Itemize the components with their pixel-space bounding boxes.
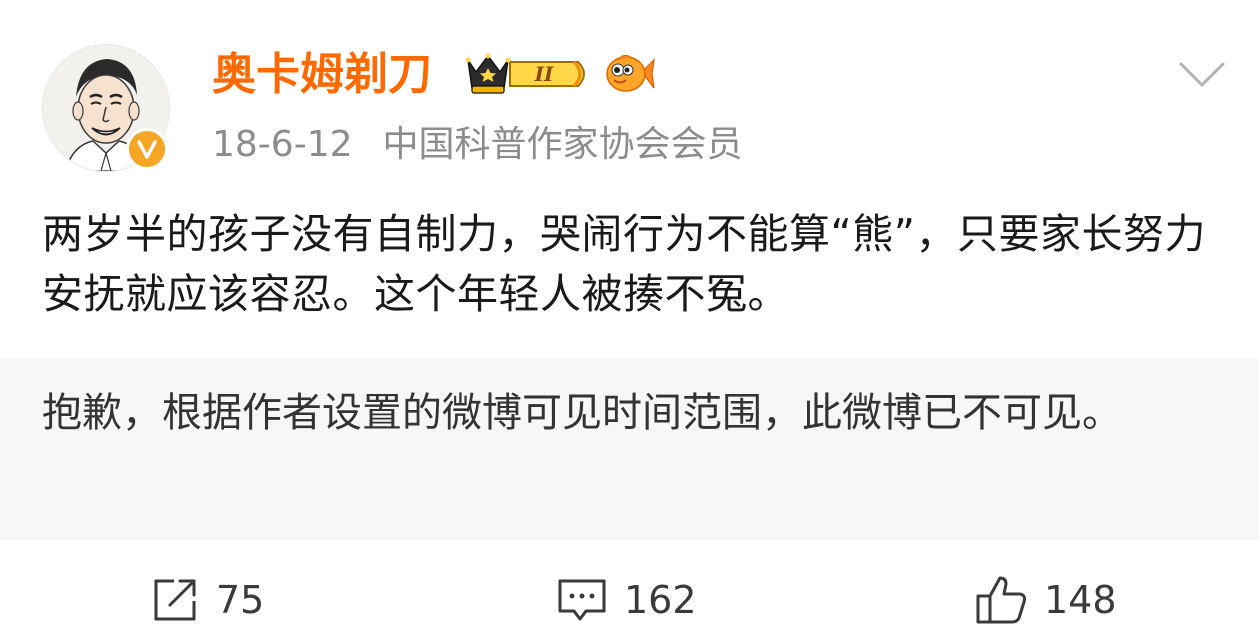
user-description: 中国科普作家协会会员 xyxy=(382,124,743,165)
crown-level-icon[interactable]: II xyxy=(466,50,594,98)
comment-icon xyxy=(558,579,606,621)
verified-v-icon xyxy=(126,128,168,170)
like-count: 148 xyxy=(1044,578,1117,622)
comment-count: 162 xyxy=(624,578,697,622)
share-icon xyxy=(154,579,196,621)
post-text[interactable]: 两岁半的孩子没有自制力，哭闹行为不能算“熊”，只要家长努力安抚就应该容忍。这个年… xyxy=(42,204,1232,324)
fish-icon[interactable] xyxy=(604,50,656,98)
visibility-notice: 抱歉，根据作者设置的微博可见时间范围，此微博已不可见。 xyxy=(42,390,1122,436)
username[interactable]: 奥卡姆剃刀 xyxy=(212,48,432,102)
chevron-down-icon[interactable] xyxy=(1178,60,1226,90)
repost-button[interactable]: 75 xyxy=(150,570,264,630)
thumbs-up-icon xyxy=(976,576,1026,624)
post-meta: 18-6-12 中国科普作家协会会员 xyxy=(212,122,743,168)
repost-count: 75 xyxy=(216,578,265,622)
comment-button[interactable]: 162 xyxy=(556,570,697,630)
post-date: 18-6-12 xyxy=(212,124,353,165)
like-button[interactable]: 148 xyxy=(974,570,1117,630)
svg-text:II: II xyxy=(534,62,554,86)
